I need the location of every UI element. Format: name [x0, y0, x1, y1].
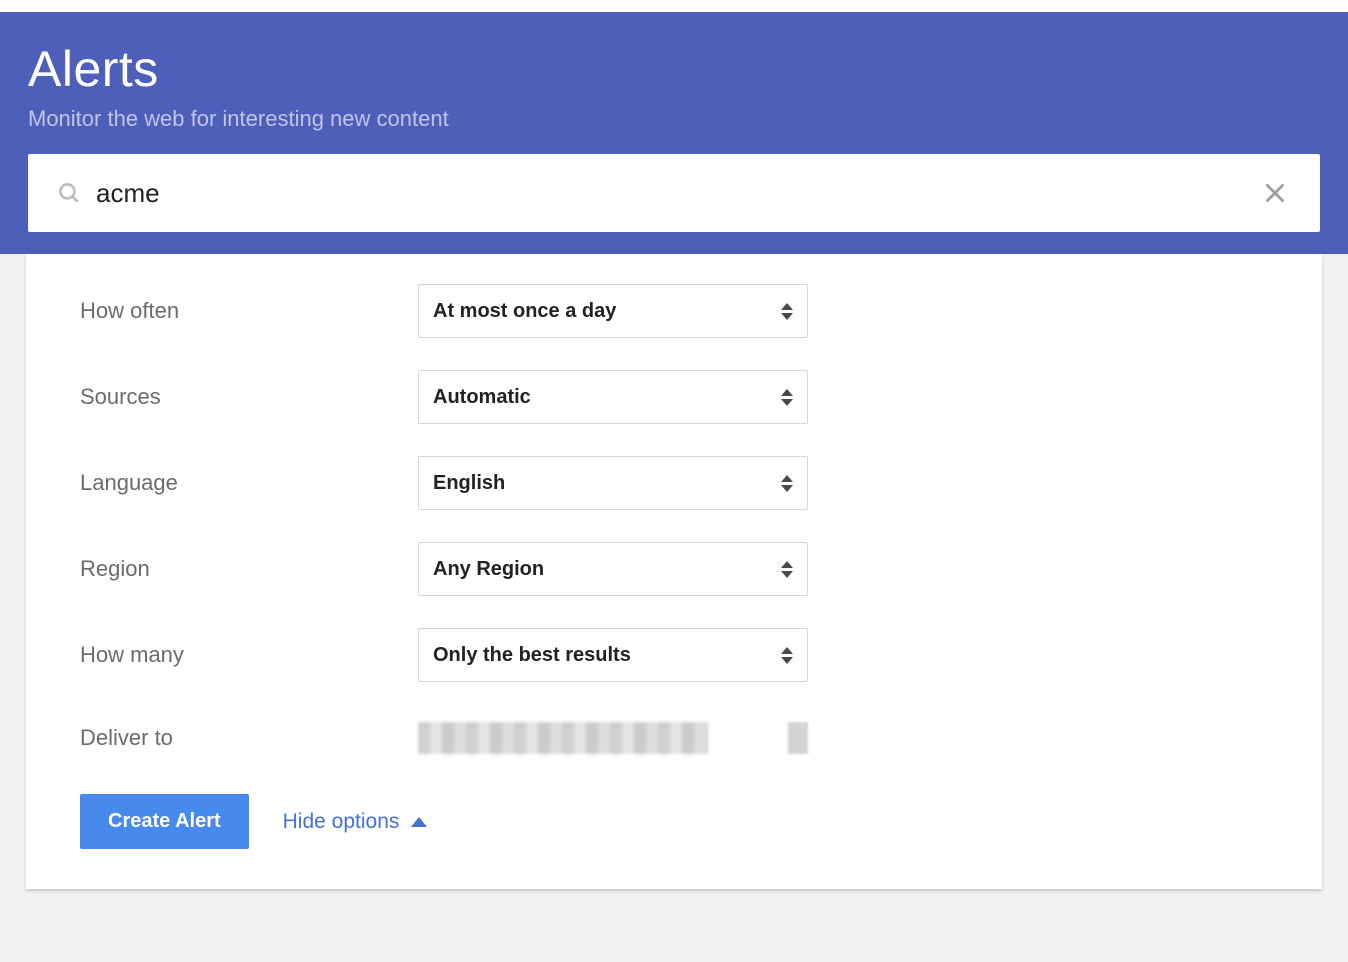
label-sources: Sources [80, 384, 418, 410]
select-region-value: Any Region [433, 558, 781, 581]
select-language[interactable]: English [418, 456, 808, 510]
updown-icon [781, 647, 793, 664]
row-how-many: How many Only the best results [80, 628, 1268, 682]
updown-icon [781, 561, 793, 578]
alerts-page: Alerts Monitor the web for interesting n… [0, 0, 1348, 949]
redacted-value [418, 722, 708, 754]
label-deliver-to: Deliver to [80, 725, 418, 751]
row-deliver-to: Deliver to [80, 714, 1268, 762]
actions-row: Create Alert Hide options [80, 794, 1268, 849]
search-icon [56, 180, 82, 206]
row-language: Language English [80, 456, 1268, 510]
create-alert-button[interactable]: Create Alert [80, 794, 249, 849]
row-region: Region Any Region [80, 542, 1268, 596]
page-title: Alerts [28, 40, 1320, 98]
options-panel: How often At most once a day Sources Aut… [26, 254, 1322, 889]
page-subtitle: Monitor the web for interesting new cont… [28, 106, 1320, 132]
label-language: Language [80, 470, 418, 496]
header: Alerts Monitor the web for interesting n… [0, 0, 1348, 254]
hide-options-label: Hide options [283, 810, 400, 834]
hide-options-link[interactable]: Hide options [283, 810, 428, 834]
select-deliver-to[interactable] [418, 714, 808, 762]
updown-icon [781, 389, 793, 406]
label-how-many: How many [80, 642, 418, 668]
select-sources[interactable]: Automatic [418, 370, 808, 424]
label-region: Region [80, 556, 418, 582]
label-how-often: How often [80, 298, 418, 324]
caret-up-icon [411, 817, 427, 827]
select-region[interactable]: Any Region [418, 542, 808, 596]
select-how-often[interactable]: At most once a day [418, 284, 808, 338]
select-language-value: English [433, 472, 781, 495]
select-how-many[interactable]: Only the best results [418, 628, 808, 682]
row-how-often: How often At most once a day [80, 284, 1268, 338]
updown-icon [781, 303, 793, 320]
search-input[interactable] [96, 178, 1258, 209]
clear-icon[interactable] [1258, 176, 1292, 210]
updown-icon [781, 475, 793, 492]
select-how-often-value: At most once a day [433, 300, 781, 323]
search-bar [28, 154, 1320, 232]
row-sources: Sources Automatic [80, 370, 1268, 424]
redacted-caret [788, 722, 808, 754]
select-sources-value: Automatic [433, 386, 781, 409]
select-how-many-value: Only the best results [433, 644, 781, 667]
